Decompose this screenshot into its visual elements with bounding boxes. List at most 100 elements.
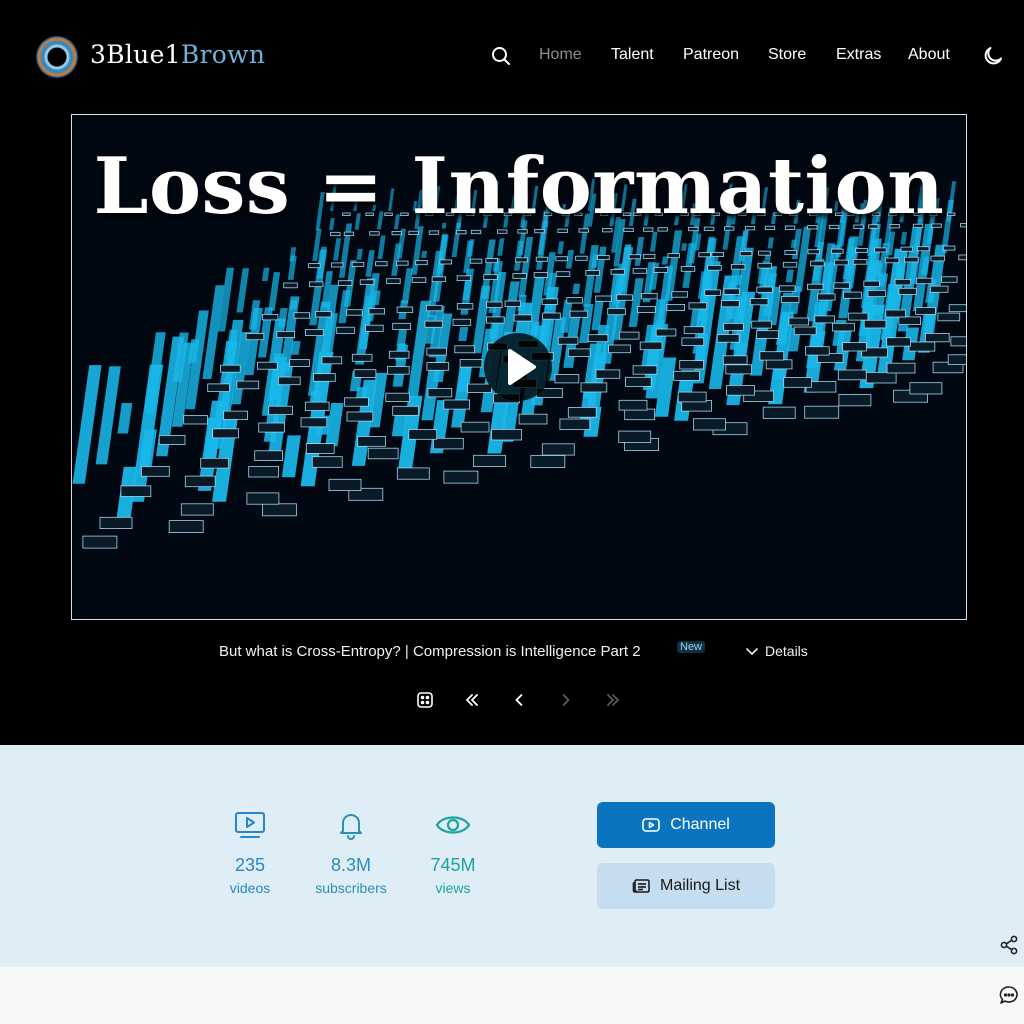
thumbnail-bar [72, 365, 102, 484]
thumbnail-token-box [200, 457, 229, 469]
thumbnail-token-box [637, 305, 656, 313]
thumbnail-token-box [898, 316, 921, 325]
play-button[interactable] [484, 333, 552, 401]
thumbnail-token-box [863, 280, 880, 288]
last-icon[interactable] [603, 690, 623, 710]
nav-home[interactable]: Home [539, 46, 582, 64]
thumbnail-token-box [782, 261, 798, 268]
thumbnail-token-box [82, 535, 118, 549]
thumbnail-token-box [632, 365, 658, 375]
thumbnail-token-box [268, 405, 293, 416]
moon-icon[interactable] [981, 44, 1005, 68]
thumbnail-token-box [725, 364, 752, 375]
stats-section [0, 745, 1024, 967]
thumbnail-token-box [653, 267, 669, 273]
nav-about[interactable]: About [908, 46, 950, 64]
thumbnail-bar [377, 235, 386, 260]
thumbnail-token-box [427, 388, 453, 398]
thumbnail-token-box [730, 263, 746, 270]
thumbnail-token-box [542, 312, 561, 320]
thumbnail-token-box [343, 231, 355, 236]
thumbnail-token-box [220, 364, 241, 373]
thumbnail-title: Loss = Information [93, 141, 945, 232]
thumbnail-token-box [559, 418, 591, 431]
subscribers-label: subscribers [315, 880, 387, 896]
thumbnail-token-box [671, 291, 688, 298]
logo-icon[interactable] [36, 36, 78, 78]
nav-talent[interactable]: Talent [611, 46, 654, 64]
thumbnail-token-box [158, 434, 186, 445]
thumbnail-token-box [917, 246, 930, 252]
thumbnail-token-box [513, 314, 533, 322]
thumbnail-token-box [459, 358, 483, 368]
thumbnail-token-box [346, 309, 363, 316]
thumbnail-token-box [867, 289, 887, 297]
video-player[interactable]: Loss = Information [71, 114, 967, 620]
brand-name[interactable]: 3Blue1Brown [90, 40, 265, 69]
play-icon [508, 349, 536, 385]
thumbnail-token-box [485, 316, 505, 324]
thumbnail-token-box [884, 257, 900, 264]
channel-button[interactable]: Channel [597, 802, 775, 848]
thumbnail-token-box [180, 503, 214, 516]
thumbnail-token-box [569, 310, 589, 318]
thumbnail-token-box [900, 246, 914, 252]
thumbnail-bar [900, 232, 908, 245]
thumbnail-bar [289, 300, 298, 310]
thumbnail-token-box [721, 300, 740, 308]
thumbnail-token-box [411, 277, 427, 283]
thumbnail-token-box [392, 322, 411, 330]
next-icon[interactable] [556, 690, 576, 710]
thumbnail-token-box [367, 447, 399, 460]
thumbnail-token-box [886, 337, 911, 347]
thumbnail-token-box [842, 342, 867, 352]
thumbnail-token-box [863, 319, 887, 329]
details-toggle[interactable]: Details [745, 643, 808, 659]
thumbnail-token-box [726, 384, 755, 396]
thumbnail-token-box [261, 313, 279, 321]
comment-icon[interactable] [998, 984, 1020, 1006]
thumbnail-bar [268, 272, 281, 311]
nav-patreon[interactable]: Patreon [683, 46, 739, 64]
thumbnail-token-box [788, 317, 810, 326]
thumbnail-token-box [607, 308, 626, 316]
thumbnail-bar [421, 250, 428, 258]
nav-store[interactable]: Store [768, 46, 806, 64]
thumbnail-token-box [555, 271, 571, 277]
thumbnail-token-box [779, 285, 796, 292]
thumbnail-token-box [425, 304, 443, 312]
thumbnail-token-box [886, 362, 916, 374]
thumbnail-token-box [624, 408, 656, 421]
thumbnail-token-box [392, 405, 419, 416]
thumbnail-token-box [716, 334, 740, 343]
thumbnail-token-box [679, 360, 704, 370]
thumbnail-token-box [680, 266, 696, 272]
search-icon[interactable] [489, 44, 513, 68]
nav-extras[interactable]: Extras [836, 46, 881, 64]
thumbnail-token-box [904, 256, 919, 263]
thumbnail-token-box [99, 516, 133, 529]
thumbnail-token-box [452, 318, 472, 326]
thumbnail-token-box [817, 293, 836, 301]
shuffle-icon[interactable] [415, 690, 435, 710]
thumbnail-token-box [246, 492, 280, 505]
thumbnail-token-box [368, 308, 386, 315]
first-icon[interactable] [462, 690, 482, 710]
thumbnail-token-box [942, 245, 956, 251]
thumbnail-token-box [424, 320, 443, 328]
thumbnail-token-box [541, 443, 575, 456]
video-title[interactable]: But what is Cross-Entropy? | Compression… [219, 643, 641, 660]
thumbnail-token-box [807, 249, 821, 255]
share-icon[interactable] [998, 934, 1020, 956]
thumbnail-token-box [947, 354, 966, 366]
thumbnail-token-box [512, 273, 527, 279]
thumbnail-token-box [784, 249, 797, 255]
thumbnail-token-box [426, 347, 447, 356]
thumbnail-token-box [207, 383, 230, 392]
thumbnail-token-box [276, 330, 295, 338]
previous-icon[interactable] [509, 690, 529, 710]
thumbnail-token-box [415, 260, 428, 266]
thumbnail-token-box [894, 278, 912, 286]
thumbnail-bar [634, 237, 645, 266]
mailing-list-button[interactable]: Mailing List [597, 863, 775, 909]
